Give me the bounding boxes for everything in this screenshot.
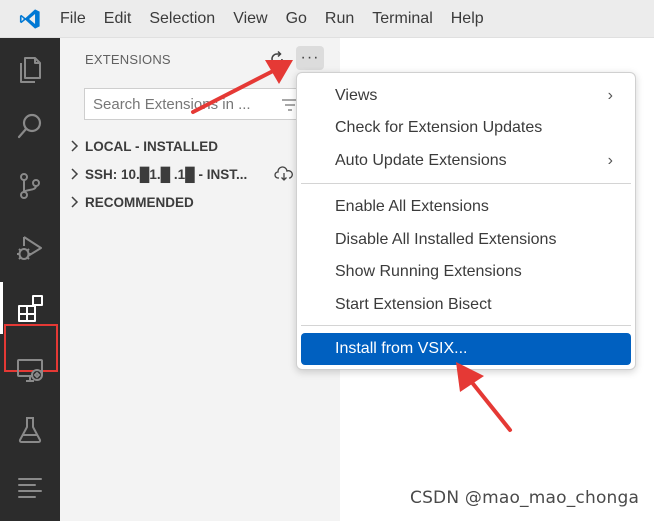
menu-item-label: Show Running Extensions <box>335 263 522 280</box>
menu-item-enable-all[interactable]: Enable All Extensions <box>301 192 631 222</box>
menu-file[interactable]: File <box>60 0 95 38</box>
menu-item-label: Enable All Extensions <box>335 198 489 215</box>
menu-item-check-updates[interactable]: Check for Extension Updates <box>301 113 631 143</box>
chevron-right-icon <box>71 196 79 208</box>
search-extensions-input[interactable] <box>85 89 303 119</box>
source-control-icon[interactable] <box>0 156 60 216</box>
cloud-download-icon[interactable] <box>274 166 294 182</box>
remote-explorer-icon[interactable] <box>0 340 60 400</box>
watermark: CSDN @mao_mao_chonga <box>410 488 640 508</box>
menu-item-label: Disable All Installed Extensions <box>335 231 557 248</box>
submenu-chevron-icon: › <box>607 152 613 169</box>
more-actions-button[interactable]: ··· <box>296 46 324 70</box>
run-debug-icon[interactable] <box>0 218 60 278</box>
menu-help[interactable]: Help <box>442 0 493 38</box>
section-label: SSH: 10.█1.█ .1█ - INST... <box>85 166 248 182</box>
menu-terminal[interactable]: Terminal <box>363 0 441 38</box>
extensions-icon[interactable] <box>0 278 60 338</box>
section-label: RECOMMENDED <box>85 194 194 210</box>
sidebar-title: EXTENSIONS <box>85 52 171 67</box>
testing-icon[interactable] <box>0 400 60 460</box>
outline-icon[interactable] <box>0 458 60 518</box>
activity-bar <box>0 38 60 521</box>
menu-selection[interactable]: Selection <box>140 0 224 38</box>
menu-item-show-running[interactable]: Show Running Extensions <box>301 257 631 287</box>
menu-item-disable-all[interactable]: Disable All Installed Extensions <box>301 225 631 255</box>
menu-bar: File Edit Selection View Go Run Terminal… <box>0 0 654 38</box>
menu-edit[interactable]: Edit <box>95 0 141 38</box>
menu-item-views[interactable]: Views › <box>301 81 631 111</box>
menu-go[interactable]: Go <box>277 0 316 38</box>
chevron-right-icon <box>71 168 79 180</box>
vscode-logo-icon <box>0 0 60 38</box>
menu-item-start-bisect[interactable]: Start Extension Bisect <box>301 290 631 320</box>
menu-item-auto-update[interactable]: Auto Update Extensions › <box>301 146 631 176</box>
explorer-icon[interactable] <box>0 40 60 100</box>
menu-view[interactable]: View <box>224 0 276 38</box>
menu-item-label: Start Extension Bisect <box>335 296 492 313</box>
menu-item-label: Install from VSIX... <box>335 340 468 357</box>
submenu-chevron-icon: › <box>607 87 613 104</box>
menu-item-install-vsix[interactable]: Install from VSIX... <box>301 333 631 365</box>
more-actions-menu: Views › Check for Extension Updates Auto… <box>296 72 636 370</box>
menu-item-label: Check for Extension Updates <box>335 119 543 136</box>
chevron-right-icon <box>71 140 79 152</box>
section-label: LOCAL - INSTALLED <box>85 138 218 154</box>
menu-item-label: Views <box>335 87 378 104</box>
menu-run[interactable]: Run <box>316 0 363 38</box>
refresh-icon <box>271 50 283 65</box>
search-box <box>84 88 304 120</box>
search-icon[interactable] <box>0 96 60 156</box>
menu-separator <box>301 325 631 326</box>
menu-item-label: Auto Update Extensions <box>335 152 507 169</box>
refresh-button[interactable] <box>266 48 288 70</box>
menu-separator <box>301 183 631 184</box>
